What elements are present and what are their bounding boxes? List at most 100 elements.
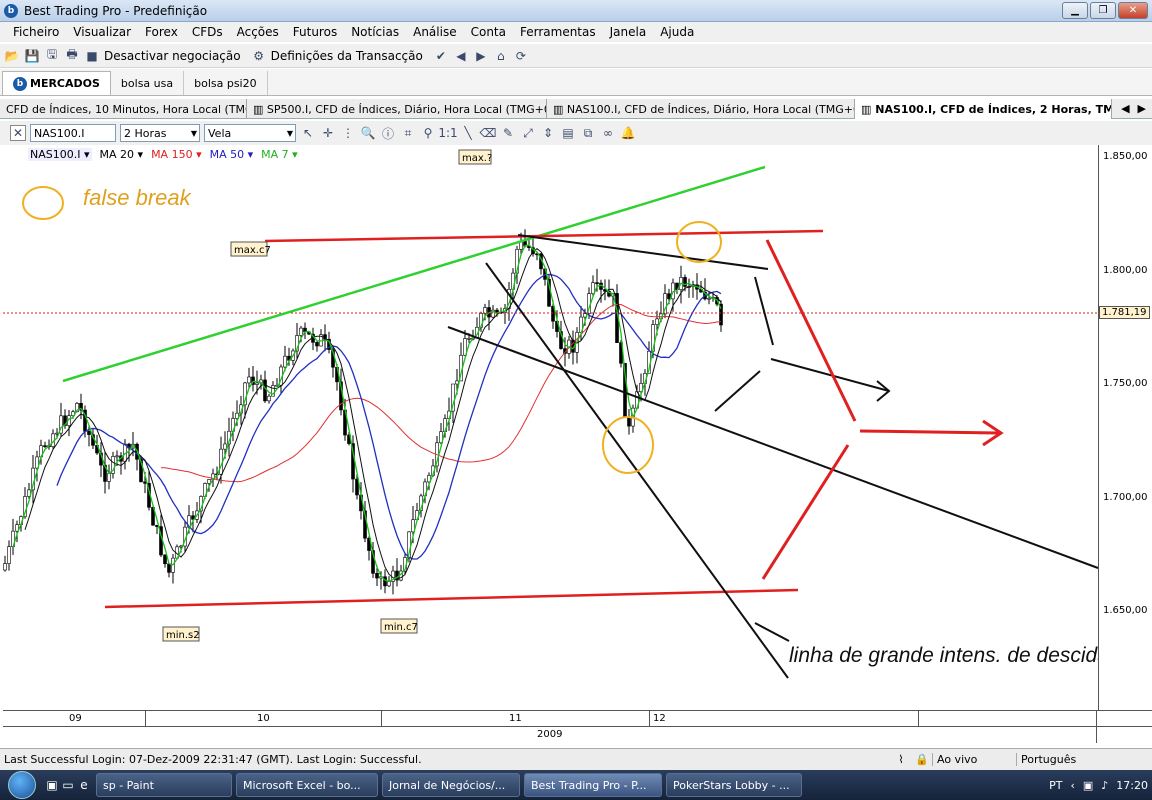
refresh-icon[interactable]: ⟳: [513, 48, 529, 64]
settings-icon[interactable]: ⚙: [251, 48, 267, 64]
price-axis[interactable]: 1.850,00 1.800,00 1.750,00 1.700,00 1.65…: [1098, 145, 1152, 710]
lock-icon: 🔒: [915, 753, 929, 766]
login-status: Last Successful Login: 07-Dez-2009 22:31…: [4, 753, 422, 766]
menu-accoes[interactable]: Acções: [230, 25, 286, 39]
symbol-input[interactable]: NAS100.I: [30, 124, 116, 142]
window-title: Best Trading Pro - Predefinição: [24, 3, 208, 18]
taskbar-browser[interactable]: Jornal de Negócios/...: [382, 773, 520, 797]
menu-janela[interactable]: Janela: [603, 25, 654, 39]
check-icon[interactable]: ✔: [433, 48, 449, 64]
chart-type-select[interactable]: Vela ▼: [204, 124, 296, 142]
menu-forex[interactable]: Forex: [138, 25, 185, 39]
start-button[interactable]: [0, 770, 44, 800]
menu-futuros[interactable]: Futuros: [286, 25, 344, 39]
minimize-button[interactable]: ▁: [1062, 2, 1088, 19]
tab-prev-icon[interactable]: ◀: [1121, 102, 1129, 115]
candle-body: [107, 473, 111, 482]
tab-bolsa-psi20[interactable]: bolsa psi20: [184, 71, 268, 95]
chart-canvas[interactable]: false break linha de grande intens. de d…: [3, 145, 1109, 710]
browser-icon[interactable]: e: [76, 777, 92, 793]
menu-analise[interactable]: Análise: [406, 25, 463, 39]
scale-icon[interactable]: ⇕: [540, 125, 556, 141]
alert-bell-icon[interactable]: 🔔: [620, 125, 636, 141]
language-status[interactable]: Português: [1016, 753, 1076, 766]
resize-icon[interactable]: ⤢: [520, 125, 536, 141]
link-icon[interactable]: ∞: [600, 125, 616, 141]
quicklaunch-icon[interactable]: ▣: [44, 777, 60, 793]
symbol-indicator[interactable]: NAS100.I ▾: [28, 148, 92, 161]
print-icon[interactable]: 🖶: [64, 47, 80, 64]
zoom-icon[interactable]: 🔍: [360, 125, 376, 141]
status-bar: Last Successful Login: 07-Dez-2009 22:31…: [0, 748, 1152, 770]
ma150-indicator[interactable]: MA 150 ▾: [151, 148, 202, 161]
candle-body: [115, 455, 119, 458]
candle-body: [223, 443, 227, 450]
y-tick: 1.750,00: [1103, 378, 1148, 389]
maximize-button[interactable]: ❐: [1090, 2, 1116, 19]
taskbar-poker[interactable]: PokerStars Lobby - ...: [666, 773, 802, 797]
save-as-icon[interactable]: 🖫: [44, 47, 60, 64]
deactivate-icon[interactable]: ■: [84, 48, 100, 64]
menu-visualizar[interactable]: Visualizar: [66, 25, 138, 39]
ma7-indicator[interactable]: MA 7 ▾: [261, 148, 298, 161]
black-projection-1: [754, 276, 774, 346]
info-icon[interactable]: ⓘ: [380, 125, 396, 141]
copy-icon[interactable]: ⧉: [580, 125, 596, 141]
line-tool-icon[interactable]: ╲: [460, 125, 476, 141]
chart-tab-4[interactable]: ▥ NAS100.I, CFD de Índices, 2 Horas, TMG…: [855, 99, 1112, 119]
close-chart-icon[interactable]: ✕: [10, 125, 26, 141]
magnify-icon[interactable]: ⚲: [420, 125, 436, 141]
tab-next-icon[interactable]: ▶: [1138, 102, 1146, 115]
menu-cfds[interactable]: CFDs: [185, 25, 230, 39]
time-axis[interactable]: 09 10 11 12 2009: [3, 710, 1152, 743]
tray-arrow-icon[interactable]: ‹: [1070, 779, 1074, 792]
tab-mercados[interactable]: b MERCADOS: [2, 71, 111, 95]
eraser-icon[interactable]: ⌫: [480, 125, 497, 141]
draw-icon[interactable]: ✎: [500, 125, 516, 141]
ratio-icon[interactable]: 1:1: [438, 125, 457, 141]
candle-body: [467, 338, 471, 340]
workspace-tabs: b MERCADOS bolsa usa bolsa psi20: [0, 69, 1152, 96]
false-break-note: false break: [83, 185, 192, 210]
close-button[interactable]: ✕: [1118, 2, 1148, 19]
back-icon[interactable]: ◀: [453, 48, 469, 64]
menu-conta[interactable]: Conta: [464, 25, 513, 39]
menu-noticias[interactable]: Notícias: [344, 25, 406, 39]
taskbar-excel-label: Microsoft Excel - bo...: [243, 778, 361, 792]
open-folder-icon[interactable]: 📂: [4, 48, 20, 64]
tab-bolsa-usa[interactable]: bolsa usa: [111, 71, 185, 95]
taskbar-excel[interactable]: Microsoft Excel - bo...: [236, 773, 378, 797]
price-chart[interactable]: false break linha de grande intens. de d…: [3, 145, 1109, 710]
taskbar-trading[interactable]: Best Trading Pro - P...: [524, 773, 662, 797]
ma20-indicator[interactable]: MA 20 ▾: [100, 148, 144, 161]
crosshair-icon[interactable]: ✛: [320, 125, 336, 141]
ma50-indicator[interactable]: MA 50 ▾: [210, 148, 254, 161]
language-indicator[interactable]: PT: [1049, 779, 1062, 792]
template-icon[interactable]: ▤: [560, 125, 576, 141]
cursor-icon[interactable]: ↖: [300, 125, 316, 141]
forward-icon[interactable]: ▶: [473, 48, 489, 64]
black-projection-2: [714, 370, 761, 412]
tray-network-icon[interactable]: ▣: [1083, 779, 1093, 792]
taskbar-paint[interactable]: sp - Paint: [96, 773, 232, 797]
chart-tab-2[interactable]: ▥ SP500.I, CFD de Índices, Diário, Hora …: [247, 99, 547, 119]
menu-ficheiro[interactable]: Ficheiro: [6, 25, 66, 39]
menu-ajuda[interactable]: Ajuda: [653, 25, 701, 39]
home-icon[interactable]: ⌂: [493, 48, 509, 64]
save-icon[interactable]: 💾: [24, 48, 40, 64]
connection-icon[interactable]: ⌇: [890, 753, 912, 766]
desktop-icon[interactable]: ▭: [60, 777, 76, 793]
candle-body: [207, 479, 211, 484]
chart-tab-3[interactable]: ▥ NAS100.I, CFD de Índices, Diário, Hora…: [547, 99, 855, 119]
candles-group: [3, 229, 723, 595]
menu-ferramentas[interactable]: Ferramentas: [513, 25, 603, 39]
deactivate-trading-button[interactable]: Desactivar negociação: [104, 49, 241, 63]
grid-icon[interactable]: ⋮: [340, 125, 356, 141]
transaction-settings-button[interactable]: Definições da Transacção: [271, 49, 423, 63]
candle-body: [299, 327, 303, 336]
frame-icon[interactable]: ⌗: [400, 125, 416, 141]
chart-tab-1[interactable]: CFD de Índices, 10 Minutos, Hora Local (…: [0, 99, 247, 119]
tray-volume-icon[interactable]: ♪: [1101, 779, 1108, 792]
mercados-logo-icon: b: [13, 76, 27, 91]
interval-select[interactable]: 2 Horas ▼: [120, 124, 200, 142]
